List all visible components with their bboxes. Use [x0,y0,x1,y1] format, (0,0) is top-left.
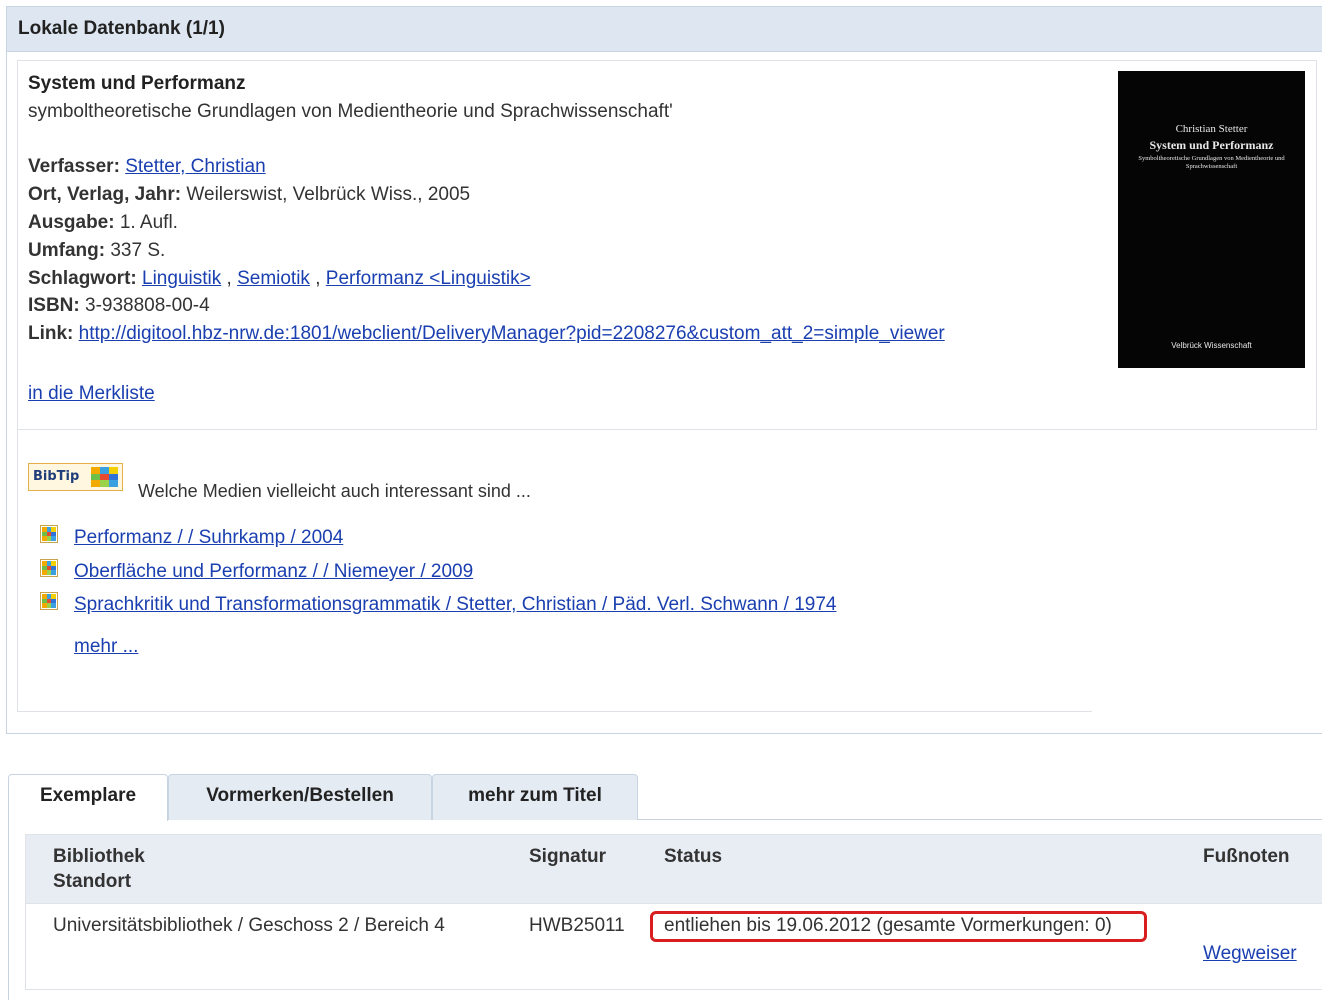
cover-author: Christian Stetter [1175,123,1248,135]
bibtip-item-icon [40,559,58,577]
cell-library: Universitätsbibliothek / Geschoss 2 / Be… [53,915,445,936]
recommendation-link[interactable]: Performanz / / Suhrkamp / 2004 [74,527,343,549]
publisher-value: Weilerswist, Velbrück Wiss., 2005 [186,184,471,205]
edition-row: Ausgabe: 1. Aufl. [28,212,178,234]
isbn-row: ISBN: 3-938808-00-4 [28,295,210,317]
author-link[interactable]: Stetter, Christian [125,156,265,177]
mosaic-tile [51,536,56,541]
record-subtitle: symboltheoretische Grundlagen von Medien… [28,101,673,122]
link-row: Link: http://digitool.hbz-nrw.de:1801/we… [28,323,945,345]
subject-separator: , [226,268,232,289]
watchlist-row: in die Merkliste [28,383,155,405]
column-header-status: Status [664,846,723,867]
edition-label: Ausgabe: [28,212,115,233]
subjects-label: Schlagwort: [28,268,137,289]
wegweiser-link[interactable]: Wegweiser [1203,943,1297,965]
panel-title: Lokale Datenbank (1/1) [18,18,225,39]
isbn-label: ISBN: [28,295,80,316]
tab-mehr-zum-titel[interactable]: mehr zum Titel [432,774,638,820]
bibtip-item-icon [40,592,58,610]
column-header-signature: Signatur [529,846,607,867]
mosaic-tile [51,603,56,608]
mosaic-tile [109,473,118,481]
mosaic-tile [91,480,100,487]
subjects-row: Schlagwort: Linguistik , Semiotik , Perf… [28,268,531,290]
bibtip-logo: BibTip [28,463,123,491]
link-label: Link: [28,323,74,344]
mosaic-tile [100,473,109,481]
subject-separator: , [315,268,321,289]
column-header-library: Bibliothek Standort [53,844,145,894]
cell-status: entliehen bis 19.06.2012 (gesamte Vormer… [664,915,1112,936]
book-cover-image: Christian Stetter System und Performanz … [1118,71,1305,368]
recommendation-link[interactable]: Sprachkritik und Transformationsgrammati… [74,594,836,616]
isbn-value: 3-938808-00-4 [85,295,210,316]
cell-signature: HWB25011 [529,915,625,936]
digitool-link[interactable]: http://digitool.hbz-nrw.de:1801/webclien… [79,323,945,344]
mosaic-tile [91,467,100,474]
recommendation-link[interactable]: Oberfläche und Performanz / / Niemeyer /… [74,561,473,583]
cover-subtitle: Symboltheoretische Grundlagen von Medien… [1138,155,1285,170]
author-label: Verfasser: [28,156,120,177]
tab-exemplare[interactable]: Exemplare [8,774,168,821]
bibtip-logo-text: BibTip [33,469,80,484]
bibtip-recommendations: BibTip Welche Medien vielleicht auch int… [17,430,1092,712]
tab-vormerken-bestellen[interactable]: Vormerken/Bestellen [168,774,432,820]
mosaic-tile [109,480,118,487]
table-header: Bibliothek Standort Signatur Status Fußn… [26,835,1322,904]
mosaic-tile [109,467,118,474]
subject-link-performanz[interactable]: Performanz <Linguistik> [326,268,531,289]
mosaic-tile [91,473,100,481]
mosaic-tile [51,570,56,575]
more-recommendations-link[interactable]: mehr ... [74,636,138,658]
header-library-line1: Bibliothek [53,846,145,867]
add-to-watchlist-link[interactable]: in die Merkliste [28,383,155,404]
mosaic-tile [100,480,109,487]
publisher-label: Ort, Verlag, Jahr: [28,184,182,205]
record-title: System und Performanz [28,73,246,94]
column-header-footnotes: Fußnoten [1203,846,1290,867]
bibtip-item-icon [40,525,58,543]
publisher-row: Ort, Verlag, Jahr: Weilerswist, Velbrück… [28,184,470,206]
panel-header: Lokale Datenbank (1/1) [7,7,1322,52]
edition-value: 1. Aufl. [119,212,178,233]
header-library-line2: Standort [53,871,132,892]
extent-row: Umfang: 337 S. [28,240,165,262]
cover-publisher: Velbrück Wissenschaft [1171,341,1252,350]
extent-value: 337 S. [110,240,166,261]
author-row: Verfasser: Stetter, Christian [28,156,266,178]
bibtip-intro: Welche Medien vielleicht auch interessan… [138,481,531,501]
holdings-table: Bibliothek Standort Signatur Status Fußn… [25,834,1322,990]
mosaic-tile [100,467,109,474]
subject-link-linguistik[interactable]: Linguistik [142,268,221,289]
bibtip-mosaic-icon [91,467,118,487]
subject-link-semiotik[interactable]: Semiotik [237,268,310,289]
extent-label: Umfang: [28,240,106,261]
record-details: System und Performanz symboltheoretische… [17,60,1317,430]
cover-title: System und Performanz [1149,138,1274,152]
